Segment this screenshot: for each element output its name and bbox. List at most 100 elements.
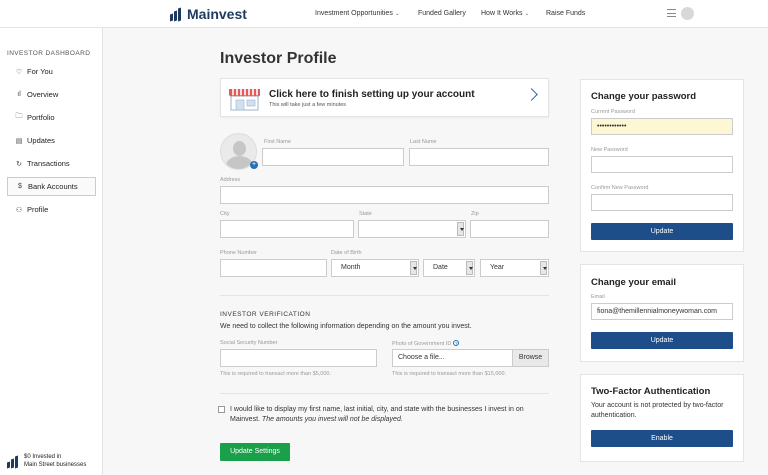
verification-description: We need to collect the following informa… — [220, 323, 472, 330]
heart-icon: ♡ — [15, 68, 23, 76]
mainvest-logo-icon — [170, 7, 182, 22]
brand-logo[interactable]: Mainvest — [170, 6, 247, 22]
sidebar-item-label: Portfolio — [27, 113, 55, 122]
sidebar-item-overview[interactable]: ıl Overview — [7, 85, 96, 104]
ssn-input[interactable] — [220, 349, 377, 367]
email-label: Email — [591, 294, 605, 300]
chevron-down-icon: ⌄ — [524, 11, 530, 17]
nav-label: Investment Opportunities — [315, 10, 393, 17]
nav-label: Funded Gallery — [418, 10, 466, 17]
current-password-label: Current Password — [591, 109, 636, 115]
two-factor-title: Two-Factor Authentication — [591, 386, 711, 397]
current-password-input[interactable]: •••••••••••• — [591, 118, 733, 135]
month-value: Month — [341, 264, 361, 271]
sidebar-item-label: Profile — [27, 205, 49, 214]
nav-raise-funds[interactable]: Raise Funds — [546, 10, 585, 17]
two-factor-status-text: Your account is not protected by two-fac… — [591, 402, 724, 419]
email-input[interactable]: fiona@themillennialmoneywoman.com — [591, 303, 733, 320]
gov-id-file-input[interactable]: Choose a file... Browse — [392, 349, 549, 367]
hamburger-icon[interactable] — [667, 9, 676, 17]
first-name-label: First Name — [264, 139, 291, 145]
brand-name: Mainvest — [187, 6, 247, 22]
enable-two-factor-button[interactable]: Enable — [591, 430, 733, 447]
sidebar-item-updates[interactable]: ▤ Updates — [7, 131, 96, 150]
update-password-button[interactable]: Update — [591, 223, 733, 240]
display-consent-checkbox[interactable] — [218, 406, 225, 413]
page-title: Investor Profile — [220, 50, 337, 67]
chevron-down-icon: ⌄ — [394, 11, 400, 17]
change-password-title: Change your password — [591, 91, 697, 102]
gov-id-label: Photo of Government ID? — [392, 340, 460, 347]
avatar[interactable] — [681, 7, 694, 20]
sidebar-item-portfolio[interactable]: 🗀 Portfolio — [7, 108, 96, 127]
confirm-password-input[interactable] — [591, 194, 733, 211]
dob-year-select[interactable]: Year — [480, 259, 549, 277]
sidebar-item-label: Transactions — [27, 159, 70, 168]
chevron-right-icon — [525, 88, 538, 101]
date-value: Date — [433, 264, 448, 271]
change-email-panel: Change your email Email fiona@themillenn… — [580, 264, 744, 362]
avatar-body — [226, 156, 253, 169]
year-value: Year — [490, 264, 505, 271]
display-consent-text: I would like to display my first name, l… — [230, 405, 552, 425]
city-label: City — [220, 211, 230, 217]
new-password-label: New Password — [591, 147, 628, 153]
nav-funded-gallery[interactable]: Funded Gallery — [418, 10, 466, 17]
state-select[interactable] — [358, 220, 466, 238]
file-placeholder: Choose a file... — [398, 354, 445, 361]
sidebar-item-profile[interactable]: ⚇ Profile — [7, 200, 96, 219]
dob-date-select[interactable]: Date — [423, 259, 475, 277]
calendar-icon: ▤ — [15, 137, 23, 145]
phone-label: Phone Number — [220, 250, 257, 256]
sidebar-item-label: For You — [27, 67, 53, 76]
sidebar: INVESTOR DASHBOARD ♡ For You ıl Overview 🗀… — [0, 28, 103, 475]
zip-input[interactable] — [470, 220, 549, 238]
change-email-title: Change your email — [591, 277, 676, 288]
update-email-button[interactable]: Update — [591, 332, 733, 349]
dropdown-arrow-icon — [540, 261, 547, 275]
sidebar-item-label: Overview — [27, 90, 59, 99]
ssn-hint: This is required to transact more than $… — [220, 371, 331, 377]
first-name-input[interactable] — [262, 148, 404, 166]
mainvest-logo-icon — [7, 455, 19, 469]
dropdown-arrow-icon — [457, 222, 464, 236]
new-password-input[interactable] — [591, 156, 733, 173]
invested-caption: Main Street businesses — [24, 462, 87, 468]
add-photo-icon[interactable]: + — [250, 161, 258, 169]
dropdown-arrow-icon — [466, 261, 473, 275]
sidebar-item-for-you[interactable]: ♡ For You — [7, 62, 96, 81]
help-icon[interactable]: ? — [453, 340, 460, 346]
refresh-icon: ↻ — [16, 160, 22, 168]
sidebar-item-bank-accounts[interactable]: $ Bank Accounts — [7, 177, 96, 196]
update-settings-button[interactable]: Update Settings — [220, 443, 290, 461]
finish-setup-card[interactable]: Click here to finish setting up your acc… — [220, 78, 549, 117]
sidebar-item-label: Updates — [27, 136, 55, 145]
dropdown-arrow-icon — [410, 261, 417, 275]
dob-label: Date of Birth — [331, 250, 362, 256]
sidebar-title: INVESTOR DASHBOARD — [7, 50, 91, 57]
nav-investment-opportunities[interactable]: Investment Opportunities ⌄ — [315, 10, 400, 17]
gov-id-hint: This is required to transact more than $… — [392, 371, 507, 377]
verification-title: INVESTOR VERIFICATION — [220, 311, 311, 318]
top-navbar: Mainvest Investment Opportunities ⌄ Funde… — [0, 0, 768, 28]
ssn-label: Social Security Number — [220, 340, 278, 346]
zip-label: Zip — [471, 211, 479, 217]
nav-label: How It Works — [481, 10, 523, 17]
finish-setup-subtitle: This will take just a few minutes — [269, 102, 347, 108]
nav-how-it-works[interactable]: How It Works ⌄ — [481, 10, 530, 17]
folder-icon: 🗀 — [15, 113, 23, 120]
phone-input[interactable] — [220, 259, 327, 277]
bar-chart-icon: ıl — [17, 91, 21, 98]
storefront-icon — [229, 89, 260, 111]
city-input[interactable] — [220, 220, 354, 238]
dob-month-select[interactable]: Month — [331, 259, 419, 277]
address-input[interactable] — [220, 186, 549, 204]
section-divider — [220, 295, 549, 296]
section-divider — [220, 393, 549, 394]
sidebar-item-transactions[interactable]: ↻ Transactions — [7, 154, 96, 173]
sidebar-item-label: Bank Accounts — [28, 182, 78, 191]
browse-button[interactable]: Browse — [512, 350, 548, 366]
last-name-input[interactable] — [409, 148, 549, 166]
last-name-label: Last Name — [410, 139, 437, 145]
dollar-icon: $ — [18, 183, 22, 190]
